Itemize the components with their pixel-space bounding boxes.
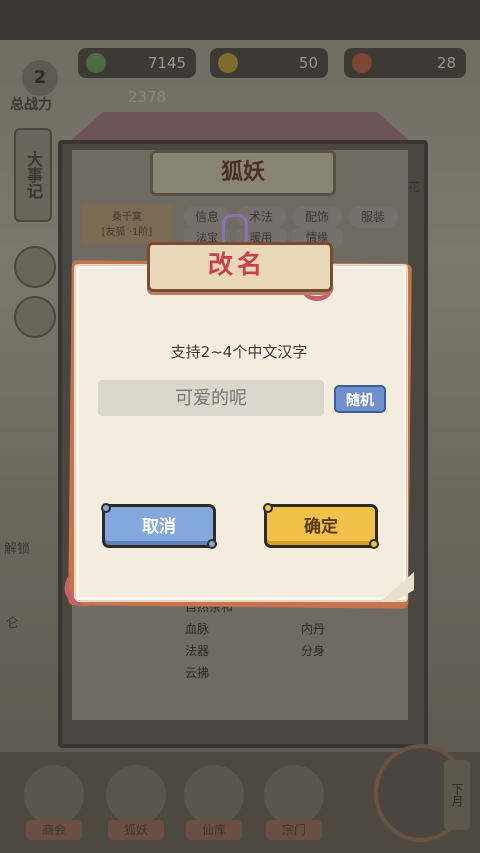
resource-jade-value: 7145 [147,54,186,72]
corner-ornament [101,503,111,513]
power-label: 总战力 [10,97,52,113]
status-bar [0,0,480,40]
nav-storage-label[interactable]: 仙库 [186,820,242,840]
cancel-button[interactable]: 取消 [101,503,217,549]
stats-row: 云拂 [185,666,210,680]
jade-icon [86,53,106,73]
stats-table: 自然亲和 血脉 内丹 法器 分身 云拂 [185,596,401,684]
tab-clothing[interactable]: 服装 [348,206,398,228]
dialog-title: 改名 [207,250,266,279]
identity-name: 桑千寞 [112,212,142,223]
random-name-button[interactable]: 随机 [334,385,386,413]
left-caption-unlock: 解锁 [4,542,31,557]
stats-row: 血脉 内丹 [185,622,326,636]
player-level-badge[interactable]: 2 [22,60,58,96]
spirit-fruit-icon [352,53,372,73]
resource-fruit: 28 [344,48,466,78]
corner-ornament [263,503,273,513]
gold-ingot-icon [218,53,238,73]
nav-market-label[interactable]: 商会 [26,820,82,840]
stats-row: 法器 分身 [185,644,326,658]
corner-ornament [369,539,379,549]
resource-gold: 50 [210,48,328,78]
tab-accessories[interactable]: 配饰 [292,206,342,228]
next-month-button[interactable]: 下月 [444,760,470,830]
nav-storage-icon[interactable] [184,765,244,825]
events-log-button[interactable]: 大事记 [14,128,52,222]
gift-round-button[interactable] [14,246,56,288]
name-input[interactable] [98,380,324,416]
nav-sect-label[interactable]: 宗门 [266,820,322,840]
resource-fruit-value: 28 [436,54,456,72]
corner-ornament [207,539,217,549]
nav-sect-icon[interactable] [264,765,324,825]
character-identity: 桑千寞 [友狐 ·1阶] [82,204,172,244]
mail-round-button[interactable] [14,296,56,338]
rename-dialog [74,264,408,602]
identity-rank: [友狐 ·1阶] [101,227,153,238]
cancel-label: 取消 [142,517,176,537]
nav-fox-icon[interactable] [106,765,166,825]
confirm-button[interactable]: 确定 [263,503,379,549]
name-rule-hint: 支持2~4个中文汉字 [170,343,308,361]
right-skill-label: 花 [408,180,421,194]
nav-market-icon[interactable] [24,765,84,825]
screen-title: 狐妖 [150,150,336,196]
resource-jade: 7145 [78,48,196,78]
nav-fox-label[interactable]: 狐妖 [108,820,164,840]
left-caption-kunlun: 仑 [6,616,20,631]
power-value: 2378 [128,88,167,106]
resource-gold-value: 50 [298,54,318,72]
confirm-label: 确定 [304,517,338,537]
